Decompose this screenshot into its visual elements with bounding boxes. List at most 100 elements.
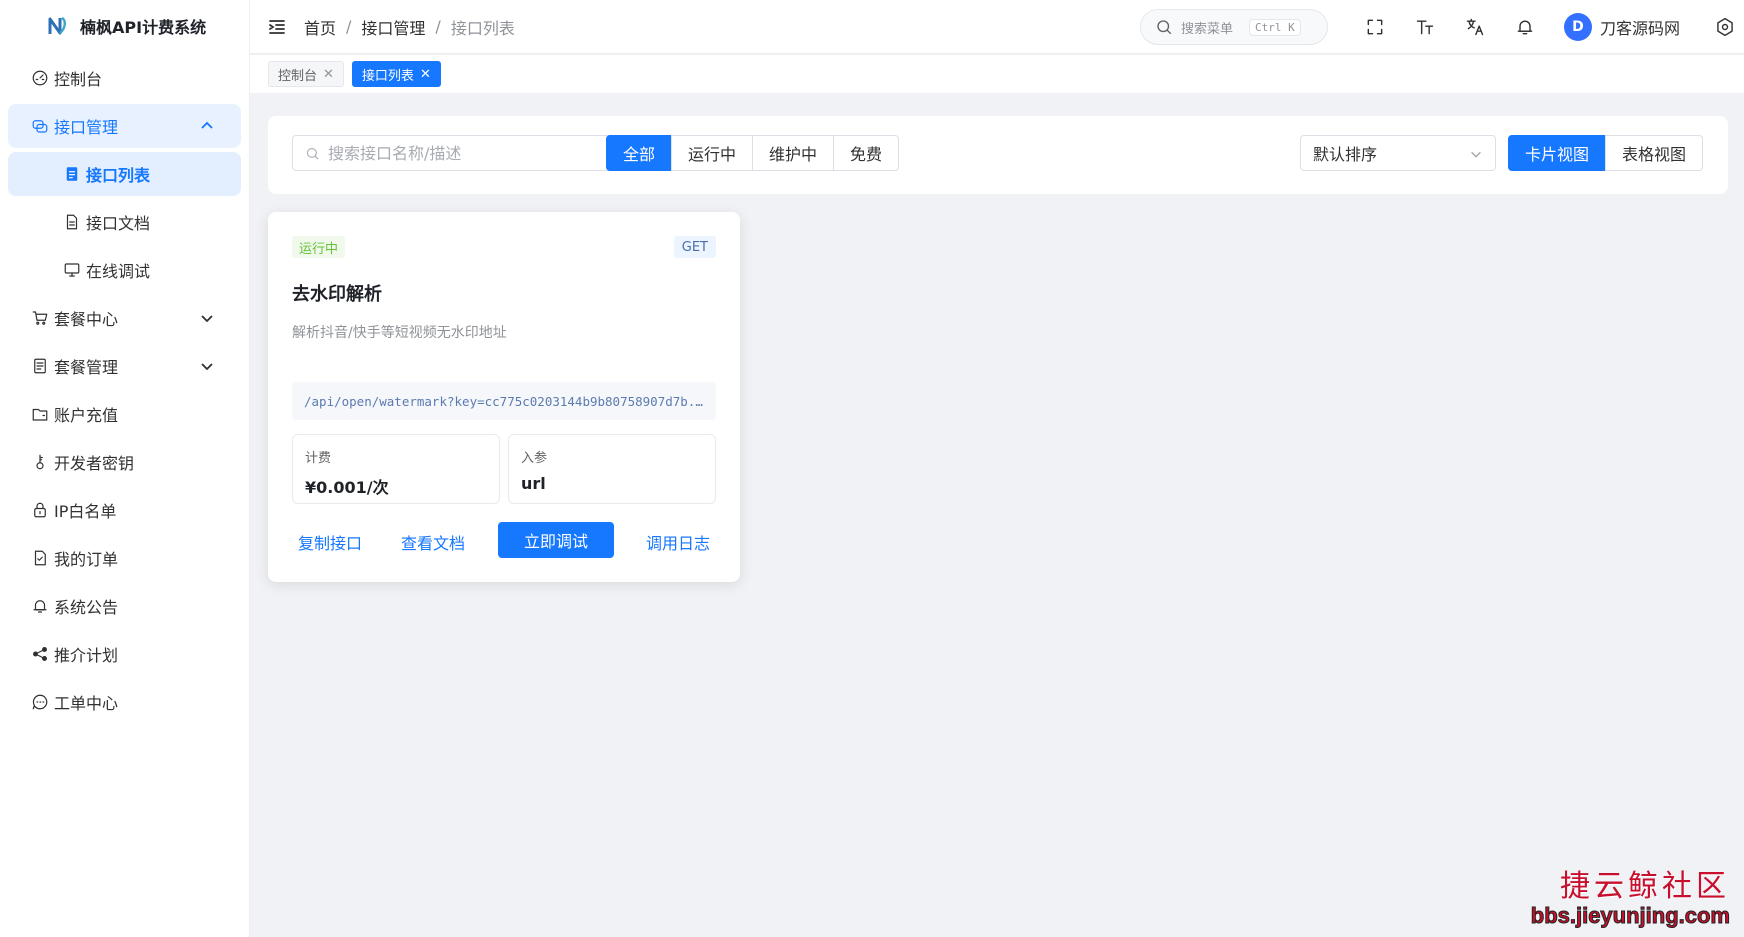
api-endpoint: /api/open/watermark?key=cc775c0203144b9b… <box>292 382 716 420</box>
breadcrumb-item-home[interactable]: 首页 <box>304 15 336 39</box>
watermark-title: 捷云鲸社区 <box>1560 869 1730 904</box>
chevron-down-icon <box>1471 151 1481 158</box>
copy-api-button[interactable]: 复制接口 <box>298 530 362 554</box>
status-filter-running[interactable]: 运行中 <box>671 135 754 171</box>
sidebar-item-package-center[interactable]: 套餐中心 <box>8 296 241 340</box>
notification-bell-icon[interactable] <box>1514 16 1536 38</box>
view-docs-button[interactable]: 查看文档 <box>401 530 465 554</box>
sidebar-item-package-management[interactable]: 套餐管理 <box>8 344 241 388</box>
sidebar: 楠枫API计费系统 控制台 接口管理 接口列表 接口文档 在线调试 套餐中心 套… <box>0 0 250 937</box>
sidebar-item-ip-whitelist[interactable]: IP白名单 <box>8 488 241 532</box>
params-value: url <box>521 474 546 493</box>
api-icon <box>30 116 50 136</box>
status-badge: 运行中 <box>292 236 346 258</box>
tab-api-list[interactable]: 接口列表 ✕ <box>351 61 441 87</box>
tab-label: 控制台 <box>278 68 318 84</box>
breadcrumb-item-api-management[interactable]: 接口管理 <box>361 15 425 39</box>
status-filter-free[interactable]: 免费 <box>833 135 900 171</box>
chat-icon <box>30 692 50 712</box>
app-title: 楠枫API计费系统 <box>80 18 207 37</box>
view-toggle: 卡片视图 表格视图 <box>1508 135 1704 171</box>
sidebar-item-online-debug[interactable]: 在线调试 <box>8 248 241 292</box>
api-endpoint-text: /api/open/watermark?key=cc775c0203144b9b… <box>304 393 704 409</box>
sort-select[interactable]: 默认排序 <box>1300 135 1496 171</box>
sidebar-item-label: 工单中心 <box>54 694 119 713</box>
close-icon[interactable]: ✕ <box>420 67 431 82</box>
top-header: 首页 / 接口管理 / 接口列表 搜索菜单 Ctrl K D 刀客源码网 <box>250 0 1744 54</box>
key-icon <box>30 452 50 472</box>
debug-now-button[interactable]: 立即调试 <box>498 522 614 558</box>
sidebar-item-announcements[interactable]: 系统公告 <box>8 584 241 628</box>
search-icon <box>1157 20 1172 35</box>
sidebar-item-label: 推介计划 <box>54 646 119 665</box>
user-menu[interactable]: D 刀客源码网 <box>1563 13 1680 41</box>
status-filter-maintenance[interactable]: 维护中 <box>752 135 835 171</box>
sidebar-item-api-management[interactable]: 接口管理 <box>8 104 241 148</box>
sidebar-item-label: 系统公告 <box>54 598 119 617</box>
fullscreen-icon[interactable] <box>1364 16 1386 38</box>
status-filter-all[interactable]: 全部 <box>606 135 673 171</box>
sidebar-item-label: 开发者密钥 <box>54 454 135 473</box>
sidebar-item-label: 套餐中心 <box>54 310 119 329</box>
tab-dashboard[interactable]: 控制台 ✕ <box>268 61 344 87</box>
sidebar-item-label: 控制台 <box>54 70 103 89</box>
params-label: 入参 <box>521 451 548 466</box>
order-icon <box>30 548 50 568</box>
menu-search-placeholder: 搜索菜单 <box>1180 21 1233 37</box>
sidebar-item-label: 接口文档 <box>86 214 151 233</box>
filter-bar: 全部 运行中 维护中 免费 默认排序 卡片视图 表格视图 <box>268 116 1728 194</box>
breadcrumb-separator: / <box>346 17 352 36</box>
sidebar-item-label: 账户充值 <box>54 406 119 425</box>
sidebar-item-tickets[interactable]: 工单中心 <box>8 680 241 724</box>
search-icon <box>306 147 319 160</box>
share-icon <box>30 644 50 664</box>
settings-icon[interactable] <box>1714 16 1736 38</box>
chevron-down-icon <box>199 310 215 326</box>
watermark-url: bbs.jieyunjing.com <box>1530 903 1730 929</box>
font-size-icon[interactable] <box>1414 16 1436 38</box>
sort-select-value: 默认排序 <box>1313 145 1378 164</box>
bell-icon <box>30 596 50 616</box>
view-card-button[interactable]: 卡片视图 <box>1508 135 1607 171</box>
sidebar-item-api-list[interactable]: 接口列表 <box>8 152 241 196</box>
sidebar-item-label: IP白名单 <box>54 502 117 521</box>
translate-icon[interactable] <box>1464 16 1486 38</box>
call-logs-button[interactable]: 调用日志 <box>646 530 710 554</box>
wallet-icon <box>30 404 50 424</box>
price-box: 计费 ¥0.001/次 <box>292 434 500 504</box>
sidebar-item-my-orders[interactable]: 我的订单 <box>8 536 241 580</box>
sidebar-item-recharge[interactable]: 账户充值 <box>8 392 241 436</box>
sidebar-item-label: 接口列表 <box>86 166 151 185</box>
menu-search[interactable]: 搜索菜单 Ctrl K <box>1139 9 1328 45</box>
price-label: 计费 <box>305 451 332 466</box>
sidebar-item-label: 套餐管理 <box>54 358 119 377</box>
api-search-input[interactable] <box>328 143 638 163</box>
app-logo-icon <box>48 16 66 35</box>
menu-fold-icon[interactable] <box>268 18 286 36</box>
sidebar-item-api-docs[interactable]: 接口文档 <box>8 200 241 244</box>
brand[interactable]: 楠枫API计费系统 <box>0 0 249 52</box>
doc-list-icon <box>30 356 50 376</box>
monitor-icon <box>62 260 82 280</box>
params-box: 入参 url <box>508 434 716 504</box>
avatar: D <box>1563 13 1592 41</box>
sidebar-item-label: 我的订单 <box>54 550 119 569</box>
api-search-field[interactable] <box>292 135 660 171</box>
user-name: 刀客源码网 <box>1599 19 1680 38</box>
api-description: 解析抖音/快手等短视频无水印地址 <box>292 325 507 341</box>
chevron-up-icon <box>199 118 215 134</box>
sidebar-item-developer-key[interactable]: 开发者密钥 <box>8 440 241 484</box>
lock-icon <box>30 500 50 520</box>
site-watermark: 捷云鲸社区 bbs.jieyunjing.com <box>1530 861 1730 929</box>
tab-bar: 控制台 ✕ 接口列表 ✕ <box>250 55 1744 93</box>
sidebar-item-referral[interactable]: 推介计划 <box>8 632 241 676</box>
card-actions: 复制接口 查看文档 立即调试 调用日志 <box>292 522 716 558</box>
api-name: 去水印解析 <box>292 284 382 305</box>
header-actions: 搜索菜单 Ctrl K D 刀客源码网 <box>1139 0 1744 54</box>
view-table-button[interactable]: 表格视图 <box>1605 135 1704 171</box>
sidebar-item-dashboard[interactable]: 控制台 <box>8 56 241 100</box>
dashboard-icon <box>30 68 50 88</box>
close-icon[interactable]: ✕ <box>323 67 334 82</box>
tab-label: 接口列表 <box>361 68 414 84</box>
breadcrumb-item-current: 接口列表 <box>450 18 515 38</box>
